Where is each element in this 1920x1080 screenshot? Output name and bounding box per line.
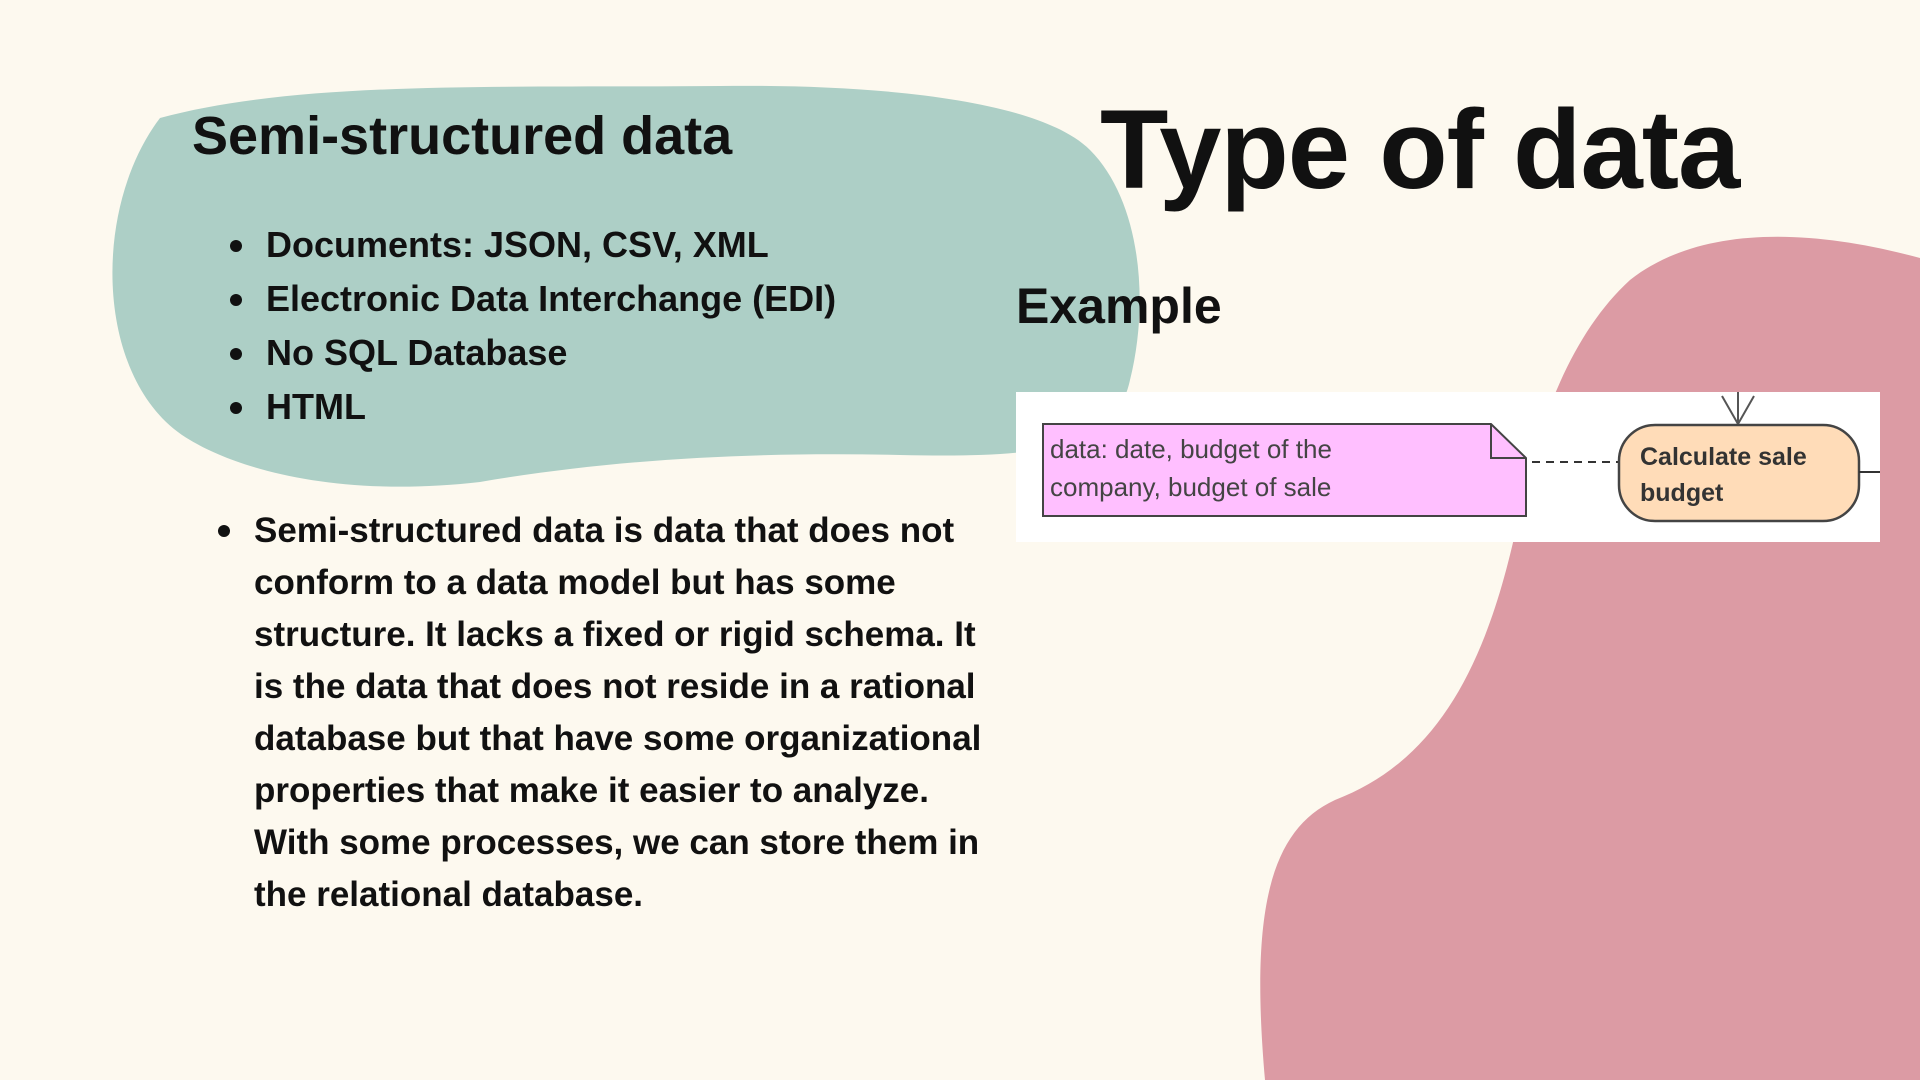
note-line-2: company, budget of sale	[1050, 472, 1331, 502]
object-note: data: date, budget of the company, budge…	[1042, 423, 1527, 517]
action-line-2: budget	[1640, 479, 1724, 507]
description-list: Semi-structured data is data that does n…	[218, 505, 998, 921]
action-line-1: Calculate sale	[1640, 443, 1807, 471]
pink-blob	[1260, 236, 1920, 1080]
section-title: Semi-structured data	[192, 106, 733, 166]
slide-title: Type of data	[1100, 87, 1740, 212]
list-item-html: HTML	[230, 380, 836, 434]
data-type-list: Documents: JSON, CSV, XML Electronic Dat…	[230, 218, 836, 434]
note-line-1: data: date, budget of the	[1050, 434, 1332, 464]
action-node: Calculate sale budget	[1617, 423, 1861, 523]
description-text: Semi-structured data is data that does n…	[218, 505, 998, 921]
list-item-edi: Electronic Data Interchange (EDI)	[230, 272, 836, 326]
example-label: Example	[1016, 278, 1222, 334]
list-item-nosql: No SQL Database	[230, 326, 836, 380]
list-item-documents: Documents: JSON, CSV, XML	[230, 218, 836, 272]
activity-diagram-example: data: date, budget of the company, budge…	[1016, 392, 1880, 542]
incoming-arrow	[1721, 392, 1755, 427]
